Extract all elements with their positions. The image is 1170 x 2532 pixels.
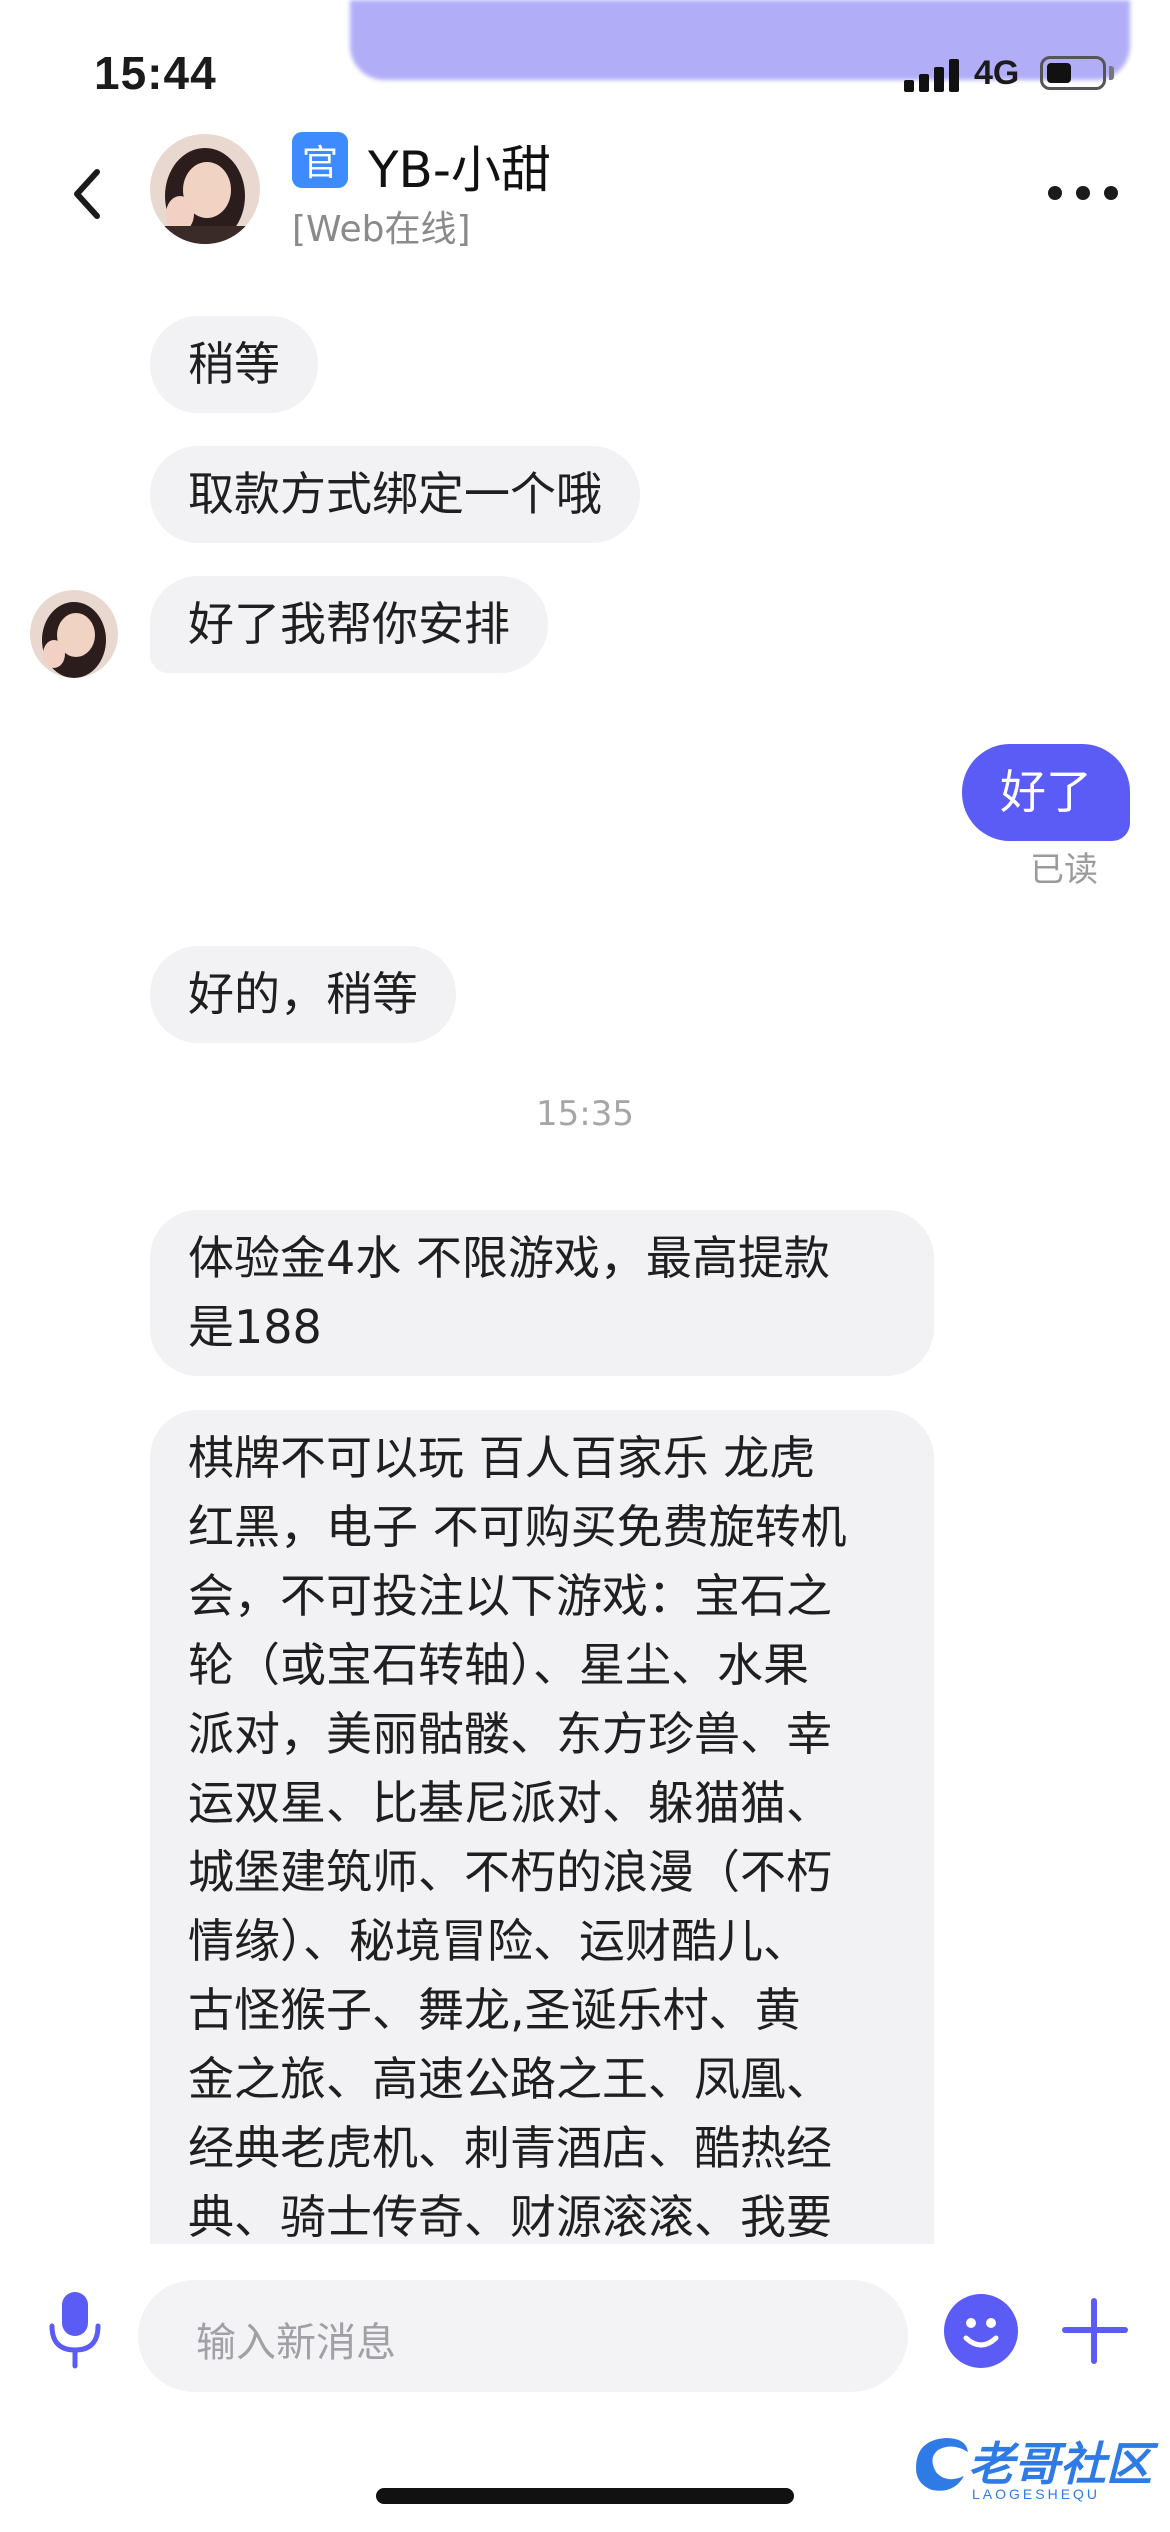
- contact-name: YB-小甜: [368, 141, 551, 199]
- message-line: 是188: [188, 1300, 322, 1354]
- plus-icon[interactable]: [1060, 2296, 1130, 2366]
- message-line: 轮（或宝石转轴）、星尘、水果: [188, 1638, 809, 1692]
- message-line: 典、骑士传奇、财源滚滚、我要: [188, 2190, 832, 2244]
- message-line: 红黑，电子 不可购买免费旋转机: [188, 1500, 847, 1554]
- watermark-logo: 老哥社区 LAOGESHEQU: [906, 2416, 1156, 2512]
- message-line: 金之旅、高速公路之王、凤凰、: [188, 2052, 832, 2106]
- status-bar: 15:44 4G: [0, 0, 1170, 140]
- contact-avatar[interactable]: [150, 134, 260, 244]
- message-timestamp: 15:35: [536, 1094, 634, 1134]
- message-bubble[interactable]: 体验金4水 不限游戏，最高提款 是188: [150, 1210, 934, 1376]
- message-line: 运双星、比基尼派对、躲猫猫、: [188, 1776, 832, 1830]
- message-input[interactable]: 输入新消息: [138, 2280, 908, 2392]
- signal-icon: [904, 58, 960, 92]
- battery-level: [1047, 63, 1071, 83]
- back-button[interactable]: [52, 154, 122, 234]
- message-bubble-sent[interactable]: 好了: [962, 744, 1130, 841]
- emoji-button[interactable]: [944, 2294, 1018, 2368]
- more-options-button[interactable]: [1048, 178, 1118, 208]
- battery-icon: [1040, 56, 1106, 90]
- message-input-placeholder: 输入新消息: [196, 2320, 396, 2366]
- emoji-icon: [963, 2318, 999, 2348]
- message-line: 古怪猴子、舞龙,圣诞乐村、黄: [188, 1983, 801, 2037]
- message-bubble[interactable]: 好了我帮你安排: [150, 576, 548, 673]
- chat-area[interactable]: 稍等 取款方式绑定一个哦 好了我帮你安排 好了 已读 好的，稍等 15:35 体…: [0, 280, 1170, 2530]
- home-indicator[interactable]: [376, 2488, 794, 2504]
- network-type: 4G: [974, 54, 1020, 92]
- message-line: 经典老虎机、刺青酒店、酷热经: [188, 2121, 832, 2175]
- sender-avatar[interactable]: [30, 590, 118, 678]
- message-bubble[interactable]: 稍等: [150, 316, 318, 413]
- dot: [1076, 186, 1090, 200]
- message-line: 体验金4水 不限游戏，最高提款: [188, 1231, 830, 1285]
- message-line: 派对，美丽骷髅、东方珍兽、幸: [188, 1707, 832, 1761]
- message-bubble[interactable]: 好的，稍等: [150, 946, 456, 1043]
- back-chevron-icon: [74, 169, 100, 219]
- microphone-icon: [49, 2292, 101, 2369]
- watermark-subtext: LAOGESHEQU: [972, 2486, 1101, 2502]
- watermark-text: 老哥社区: [968, 2437, 1152, 2491]
- contact-status: [Web在线]: [292, 209, 471, 250]
- message-line: 棋牌不可以玩 百人百家乐 龙虎: [188, 1431, 816, 1485]
- dot: [1104, 186, 1118, 200]
- chat-header: 官 YB-小甜 [Web在线]: [0, 120, 1170, 270]
- battery-cap: [1109, 66, 1114, 80]
- message-line: 城堡建筑师、不朽的浪漫（不朽: [188, 1845, 832, 1899]
- read-receipt: 已读: [1030, 850, 1098, 890]
- message-line: 会，不可投注以下游戏：宝石之: [188, 1569, 832, 1623]
- more-dots-icon: [1048, 186, 1062, 200]
- official-badge: 官: [292, 132, 348, 188]
- message-line: 情缘）、秘境冒险、运财酷儿、: [188, 1914, 809, 1968]
- message-bubble[interactable]: 取款方式绑定一个哦: [150, 446, 640, 543]
- voice-input-button[interactable]: [40, 2290, 110, 2370]
- message-composer: 输入新消息: [0, 2244, 1170, 2434]
- status-time: 15:44: [94, 47, 217, 99]
